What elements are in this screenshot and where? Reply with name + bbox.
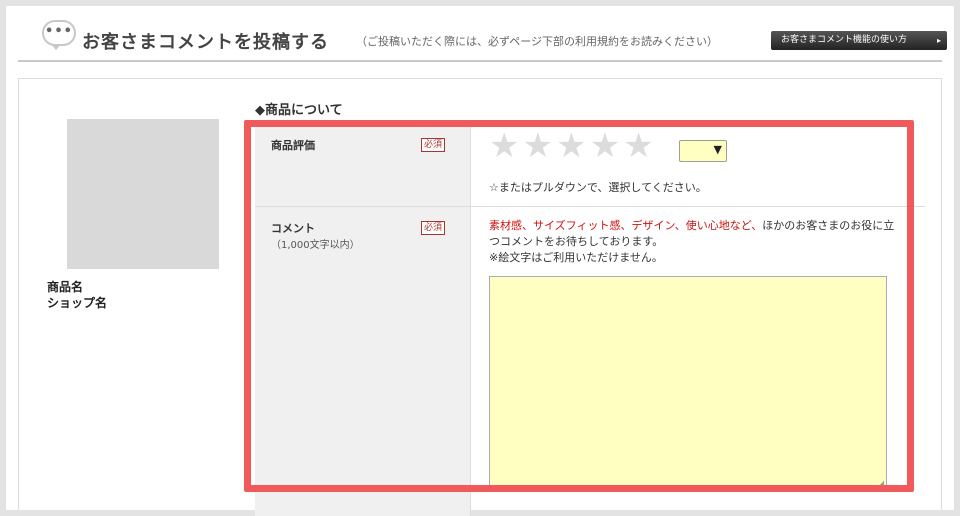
page-header: ••• お客さまコメントを投稿する （ご投稿いただく際には、必ずページ下部の利用… (18, 16, 947, 62)
resize-grip-icon[interactable]: ◢ (878, 479, 884, 488)
comment-bubble-icon: ••• (42, 20, 76, 46)
section-title: ◆商品について (255, 103, 343, 118)
star-icon-2[interactable]: ★ (523, 128, 553, 164)
chevron-down-icon: ▼ (713, 143, 722, 156)
comment-textarea[interactable]: ◢ (489, 276, 887, 490)
comment-hint-highlight: 素材感、サイズフィット感、デザイン、使い心地など、 (489, 219, 763, 232)
rating-select[interactable]: ▼ (679, 140, 727, 162)
product-image (67, 119, 219, 269)
content-box: 商品名 ショップ名 ◆商品について 商品評価 必須 ★ ★ ★ ★ ★ ▼ ☆ま… (18, 78, 942, 516)
row-divider (255, 206, 925, 207)
comment-form: 商品評価 必須 ★ ★ ★ ★ ★ ▼ ☆またはプルダウンで、選択してください。… (255, 122, 925, 516)
comment-emoji-note: ※絵文字はご利用いただけません。 (489, 251, 663, 264)
star-icon-1[interactable]: ★ (489, 128, 519, 164)
rating-stars: ★ ★ ★ ★ ★ (489, 128, 654, 164)
rating-required-badge: 必須 (421, 138, 445, 152)
page-subtitle: （ご投稿いただく際には、必ずページ下部の利用規約をお読みください） (356, 35, 719, 48)
page-frame: ••• お客さまコメントを投稿する （ご投稿いただく際には、必ずページ下部の利用… (6, 6, 954, 516)
rating-label: 商品評価 (271, 139, 315, 152)
star-icon-3[interactable]: ★ (556, 128, 586, 164)
form-label-column (255, 122, 471, 516)
shop-name: ショップ名 (47, 296, 108, 310)
comment-hint: 素材感、サイズフィット感、デザイン、使い心地など、ほかのお客さまのお役に立つコメ… (489, 218, 899, 266)
arrow-right-icon: ▸ (936, 36, 941, 45)
usage-guide-label: お客さまコメント機能の使い方 (781, 35, 908, 45)
star-icon-5[interactable]: ★ (623, 128, 653, 164)
usage-guide-button[interactable]: お客さまコメント機能の使い方 ▸ (771, 31, 947, 50)
bubble-tail-icon (51, 44, 61, 50)
rating-hint: ☆またはプルダウンで、選択してください。 (489, 181, 707, 194)
star-icon-4[interactable]: ★ (590, 128, 620, 164)
product-name: 商品名 (47, 280, 84, 294)
comment-label: コメント (271, 222, 315, 235)
comment-required-badge: 必須 (421, 221, 445, 235)
page-title: お客さまコメントを投稿する (82, 32, 329, 53)
comment-limit-note: （1,000文字以内） (271, 240, 360, 251)
bubble-dots: ••• (45, 24, 73, 39)
product-info: 商品名 ショップ名 (47, 279, 107, 311)
